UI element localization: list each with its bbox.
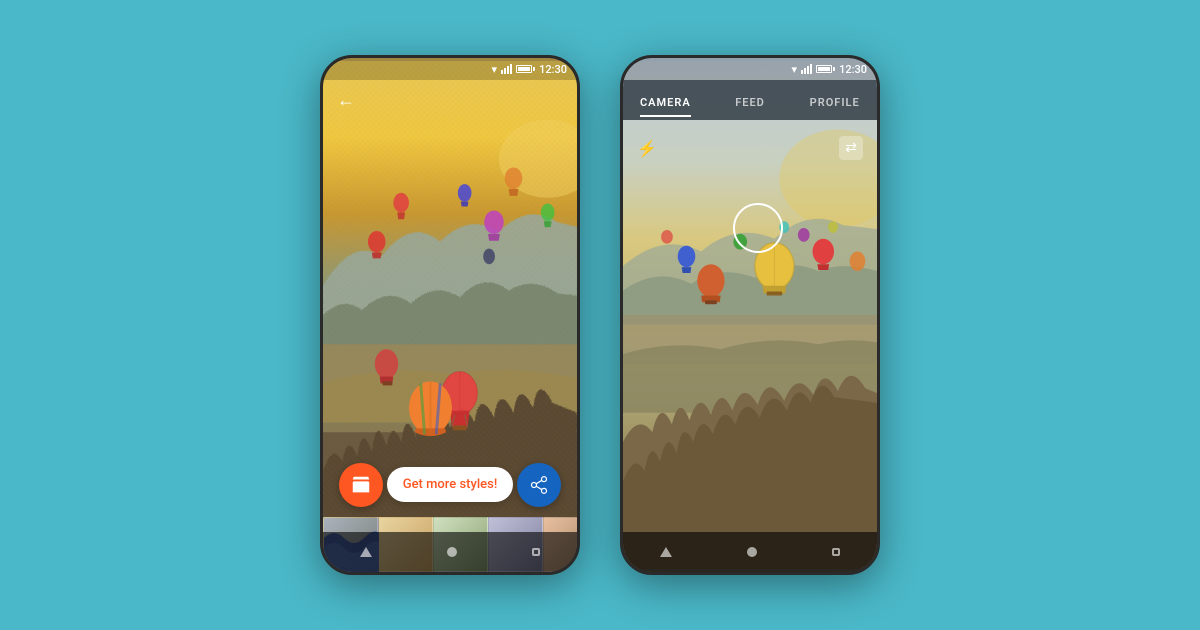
recents-nav-icon[interactable]	[532, 548, 540, 556]
right-wifi-icon: ▾	[792, 63, 798, 76]
focus-circle[interactable]	[733, 203, 783, 253]
right-time-display: 12:30	[839, 63, 867, 76]
signal-bar-4	[510, 64, 512, 74]
power-button	[577, 178, 580, 218]
bottom-nav	[323, 532, 577, 572]
signal-bar-1	[501, 70, 503, 74]
left-phone-screen: ▾ 12:30 ←	[323, 58, 577, 572]
flash-button[interactable]: ⚡	[637, 139, 657, 158]
status-icons: ▾ 12:30	[492, 63, 567, 76]
signal-bar-3	[507, 66, 509, 74]
right-phone-frame: ▾ 12:30 CAMERA	[620, 55, 880, 575]
tab-feed[interactable]: FEED	[708, 84, 793, 117]
left-phone-frame: ▾ 12:30 ←	[320, 55, 580, 575]
right-status-bar: ▾ 12:30	[623, 58, 877, 80]
right-bottom-nav	[623, 532, 877, 572]
right-phone-screen: ▾ 12:30 CAMERA	[623, 58, 877, 572]
right-signal-icon	[801, 64, 812, 74]
signal-icon	[501, 64, 512, 74]
camera-controls: ⚡ ⇄	[623, 130, 877, 166]
left-phone: ▾ 12:30 ←	[320, 55, 580, 575]
signal-bar-2	[504, 68, 506, 74]
back-button[interactable]: ←	[337, 90, 355, 111]
tab-camera[interactable]: CAMERA	[623, 84, 708, 117]
action-row: Get more styles!	[323, 452, 577, 517]
tab-profile[interactable]: PROFILE	[792, 84, 877, 117]
flip-camera-button[interactable]: ⇄	[839, 136, 863, 160]
store-button[interactable]	[339, 463, 383, 507]
right-battery-icon	[816, 65, 835, 73]
battery-icon	[516, 65, 535, 73]
nav-bar: ←	[323, 80, 577, 120]
right-status-icons: ▾ 12:30	[792, 63, 867, 76]
share-button[interactable]	[517, 463, 561, 507]
left-status-bar: ▾ 12:30	[323, 58, 577, 80]
right-back-nav-icon[interactable]	[660, 547, 672, 557]
back-nav-icon[interactable]	[360, 547, 372, 557]
right-recents-nav-icon[interactable]	[832, 548, 840, 556]
time-display: 12:30	[539, 63, 567, 76]
right-home-nav-icon[interactable]	[747, 547, 757, 557]
home-nav-icon[interactable]	[447, 547, 457, 557]
right-power-button	[877, 178, 880, 218]
right-phone: ▾ 12:30 CAMERA	[620, 55, 880, 575]
tabs-bar: CAMERA FEED PROFILE	[623, 80, 877, 120]
get-more-styles-label[interactable]: Get more styles!	[387, 467, 514, 502]
wifi-icon: ▾	[492, 63, 498, 76]
